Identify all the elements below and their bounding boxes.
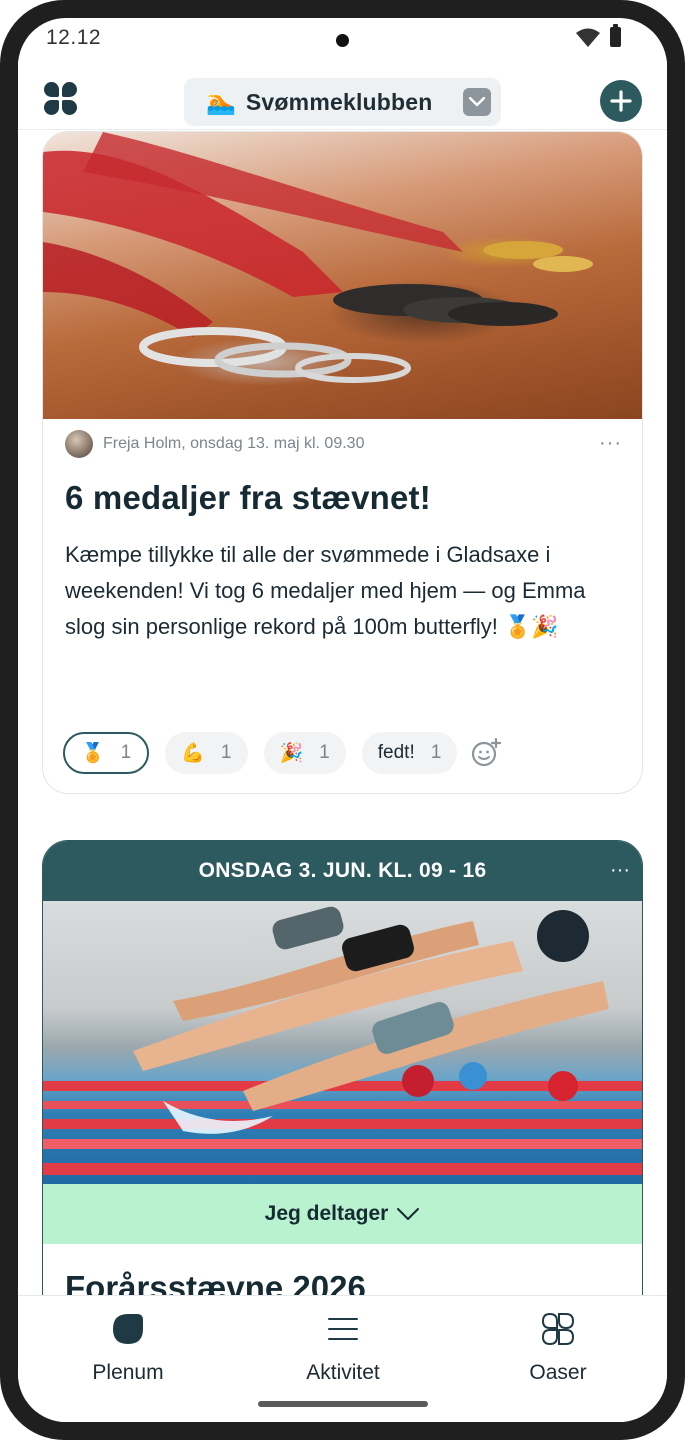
author-avatar[interactable] xyxy=(65,430,93,458)
leaf-icon xyxy=(113,1314,143,1344)
wifi-icon xyxy=(576,28,600,47)
camera-cutout xyxy=(336,34,349,47)
reaction-medal[interactable]: 🏅 1 xyxy=(63,732,150,774)
reaction-text-fedt: fedt! xyxy=(377,742,415,763)
nav-item-plenum[interactable]: Plenum xyxy=(48,1312,208,1385)
feed[interactable]: Freja Holm, onsdag 13. maj kl. 09.30 ···… xyxy=(18,131,667,1295)
post-title: 6 medaljer fra stævnet! xyxy=(65,479,431,516)
event-date: ONSDAG 3. JUN. KL. 09 - 16 xyxy=(198,859,487,882)
battery-icon xyxy=(610,24,621,47)
rsvp-label: Jeg deltager xyxy=(264,1202,389,1225)
phone-frame: 12.12 🏊 Svømmeklubben Freja Holm, onsdag… xyxy=(0,0,685,1440)
post-body: Kæmpe tillykke til alle der svømmede i G… xyxy=(65,542,586,639)
add-reaction-icon[interactable] xyxy=(471,738,502,768)
reaction-party[interactable]: 🎉 1 xyxy=(263,732,346,774)
create-post-button[interactable] xyxy=(600,80,642,122)
app-header: 🏊 Svømmeklubben xyxy=(18,58,667,130)
event-image-swimmers[interactable] xyxy=(43,901,642,1184)
status-time: 12.12 xyxy=(46,26,102,49)
swimmer-icon: 🏊 xyxy=(206,88,236,116)
reaction-count: 1 xyxy=(319,742,330,763)
post-author-line: Freja Holm, onsdag 13. maj kl. 09.30 xyxy=(103,435,365,452)
chevron-down-icon xyxy=(397,1208,420,1220)
chevron-down-icon xyxy=(463,88,491,116)
home-indicator[interactable] xyxy=(258,1401,428,1407)
event-title: Forårsstævne 2026 xyxy=(65,1269,366,1295)
event-more-icon[interactable]: ··· xyxy=(610,859,630,882)
reaction-count: 1 xyxy=(430,742,442,763)
oasis-grid-icon xyxy=(541,1312,575,1346)
post-more-icon[interactable]: ··· xyxy=(599,432,622,455)
post-card[interactable]: Freja Holm, onsdag 13. maj kl. 09.30 ···… xyxy=(42,131,643,794)
nav-label: Plenum xyxy=(92,1361,164,1384)
club-selector[interactable]: 🏊 Svømmeklubben xyxy=(184,78,501,126)
plus-icon xyxy=(610,90,632,112)
event-header: ONSDAG 3. JUN. KL. 09 - 16 ··· xyxy=(43,841,642,901)
nav-item-oaser[interactable]: Oaser xyxy=(478,1312,638,1385)
reaction-count: 1 xyxy=(220,742,232,763)
party-popper-icon: 🎉 xyxy=(279,743,304,764)
activity-lines-icon xyxy=(328,1318,358,1340)
rsvp-button[interactable]: Jeg deltager xyxy=(43,1184,642,1244)
nav-label: Aktivitet xyxy=(306,1361,380,1384)
reaction-bar: 🏅 1 💪 1 🎉 1 fedt! 1 xyxy=(63,732,502,774)
nav-item-aktivitet[interactable]: Aktivitet xyxy=(263,1312,423,1385)
muscle-icon: 💪 xyxy=(181,743,205,764)
menu-grid-icon[interactable] xyxy=(44,82,80,118)
bottom-nav: Plenum Aktivitet Oaser xyxy=(18,1295,667,1422)
reaction-muscle[interactable]: 💪 1 xyxy=(165,732,248,774)
status-bar: 12.12 xyxy=(18,18,667,58)
medal-icon: 🏅 xyxy=(81,743,105,764)
club-name: Svømmeklubben xyxy=(245,88,433,115)
reaction-count: 1 xyxy=(120,742,132,763)
event-card[interactable]: ONSDAG 3. JUN. KL. 09 - 16 ··· Jeg delta… xyxy=(42,840,643,1295)
app-screen: 12.12 🏊 Svømmeklubben Freja Holm, onsdag… xyxy=(18,18,667,1422)
post-meta: Freja Holm, onsdag 13. maj kl. 09.30 xyxy=(65,430,364,458)
nav-label: Oaser xyxy=(529,1361,587,1384)
post-image-medals[interactable] xyxy=(43,132,642,419)
reaction-fedt[interactable]: fedt! 1 xyxy=(361,732,458,774)
